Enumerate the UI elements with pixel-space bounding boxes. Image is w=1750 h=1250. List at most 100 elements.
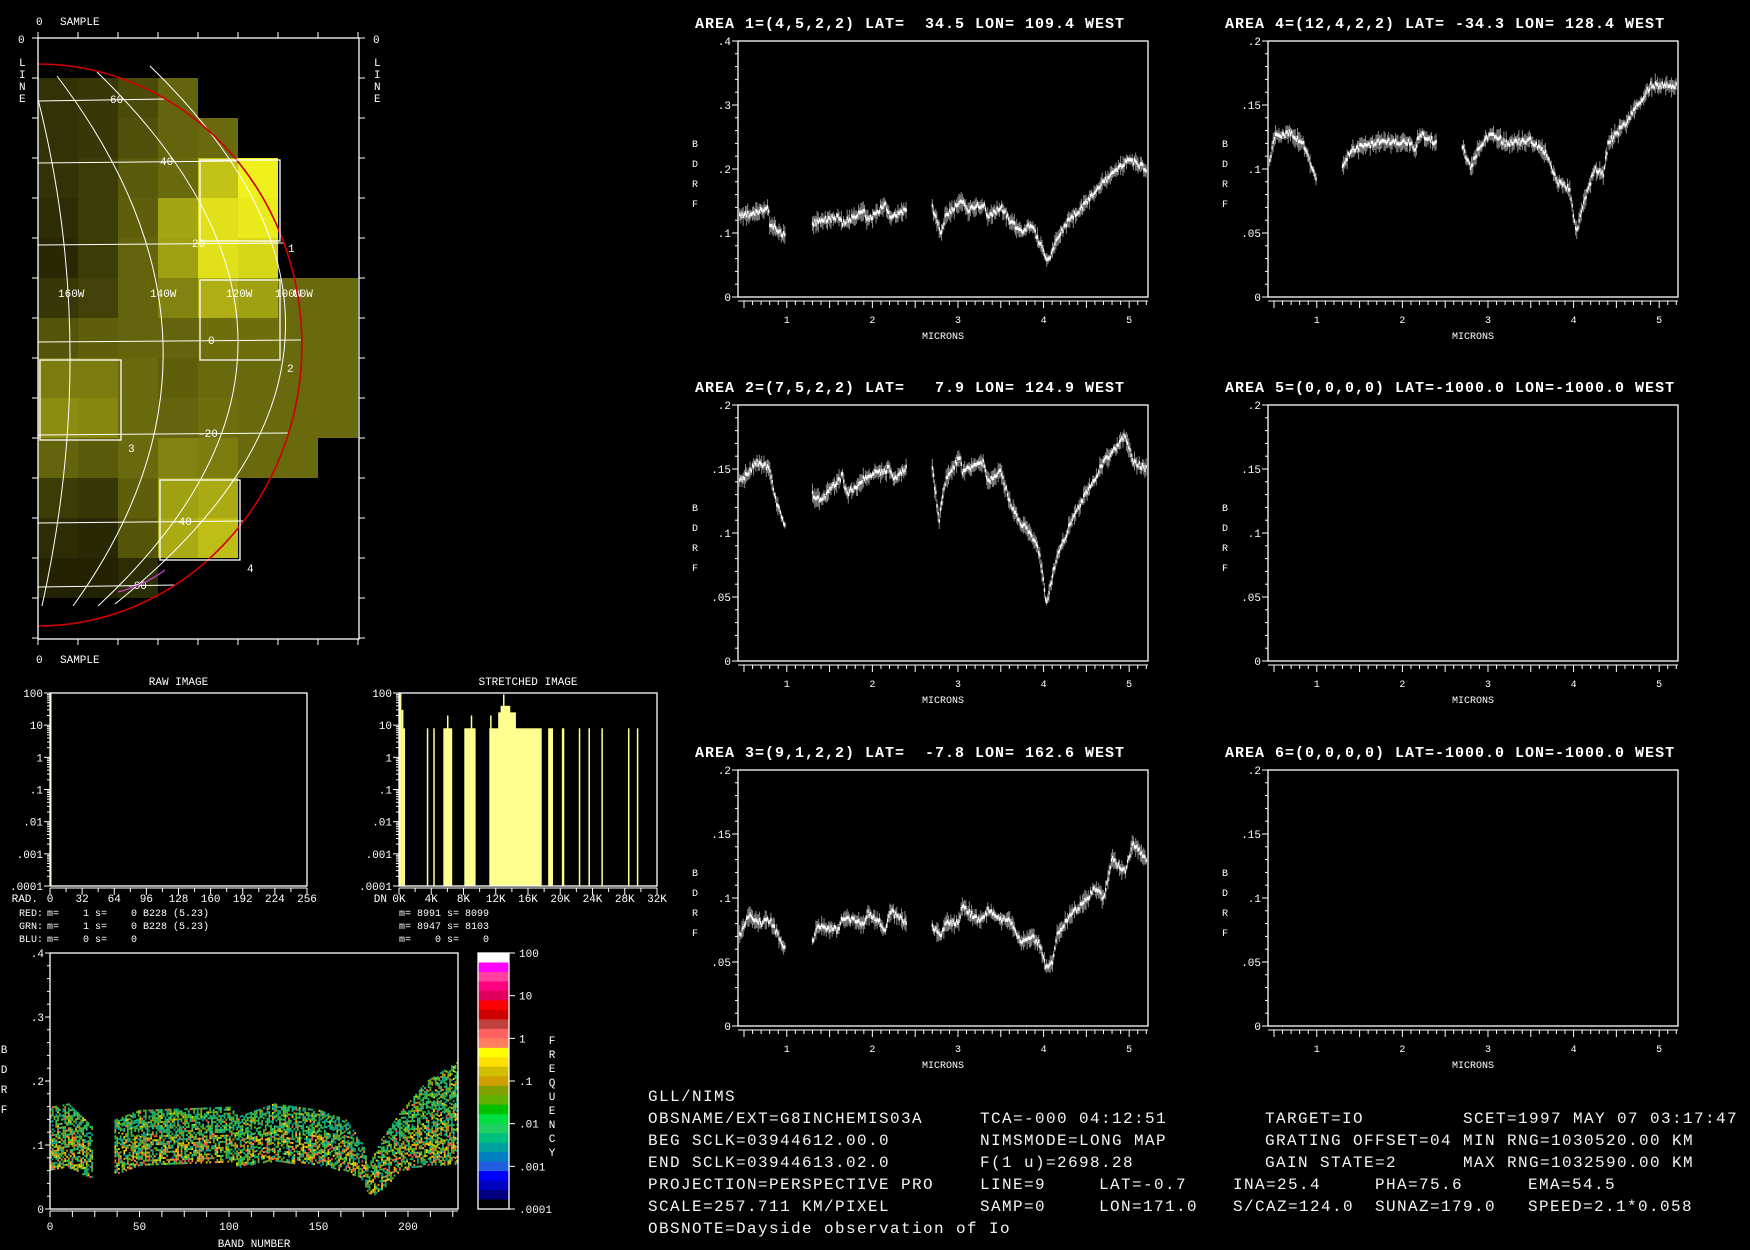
density-cell bbox=[311, 1126, 314, 1129]
density-cell bbox=[91, 1157, 93, 1160]
density-cell bbox=[218, 1106, 221, 1109]
density-cell bbox=[284, 1106, 287, 1109]
x-tick-label: 96 bbox=[140, 894, 153, 906]
density-cell bbox=[123, 1123, 126, 1126]
density-cell bbox=[259, 1142, 262, 1145]
density-cell bbox=[132, 1146, 135, 1149]
density-cell bbox=[239, 1145, 242, 1148]
density-cell bbox=[406, 1126, 409, 1129]
density-cell bbox=[381, 1184, 383, 1187]
density-cell bbox=[288, 1155, 290, 1158]
density-cell bbox=[316, 1147, 319, 1150]
density-cell bbox=[64, 1108, 67, 1111]
density-cell bbox=[390, 1129, 392, 1132]
density-cell bbox=[255, 1113, 258, 1116]
density-cell bbox=[132, 1148, 135, 1151]
density-cell bbox=[399, 1169, 401, 1171]
density-cell bbox=[275, 1109, 278, 1112]
density-cell bbox=[157, 1113, 160, 1116]
density-cell bbox=[69, 1115, 72, 1118]
density-cell bbox=[164, 1124, 167, 1127]
density-cell bbox=[445, 1100, 448, 1103]
density-cell bbox=[69, 1133, 72, 1136]
density-cell bbox=[146, 1137, 149, 1140]
density-cell bbox=[348, 1166, 351, 1169]
density-cell bbox=[126, 1136, 129, 1139]
density-cell bbox=[347, 1145, 349, 1148]
density-cell bbox=[327, 1117, 330, 1119]
density-cell bbox=[336, 1126, 339, 1129]
density-cell bbox=[404, 1148, 407, 1151]
density-cell bbox=[452, 1156, 455, 1159]
density-cell bbox=[384, 1175, 387, 1178]
density-cell bbox=[252, 1113, 255, 1116]
density-cell bbox=[304, 1111, 306, 1114]
density-cell bbox=[116, 1170, 119, 1173]
density-cell bbox=[205, 1149, 208, 1152]
density-cell bbox=[193, 1135, 195, 1138]
density-cell bbox=[372, 1180, 374, 1183]
map-pixel bbox=[38, 358, 78, 398]
density-cell bbox=[408, 1136, 410, 1139]
density-cell bbox=[447, 1143, 450, 1146]
density-cell bbox=[399, 1123, 401, 1125]
density-cell bbox=[173, 1134, 176, 1137]
density-cell bbox=[223, 1136, 226, 1139]
density-cell bbox=[271, 1130, 274, 1133]
density-cell bbox=[168, 1108, 170, 1111]
density-cell bbox=[89, 1140, 92, 1143]
density-cell bbox=[452, 1078, 455, 1081]
density-cell bbox=[143, 1153, 145, 1156]
density-cell bbox=[295, 1136, 298, 1139]
density-cell bbox=[302, 1129, 305, 1132]
density-cell bbox=[91, 1167, 93, 1170]
density-cell bbox=[73, 1166, 76, 1169]
density-cell bbox=[452, 1110, 455, 1113]
density-cell bbox=[440, 1161, 443, 1164]
density-cell bbox=[357, 1157, 360, 1160]
density-cell bbox=[202, 1135, 204, 1138]
density-cell bbox=[323, 1135, 326, 1138]
density-cell bbox=[418, 1141, 421, 1144]
density-cell bbox=[411, 1110, 414, 1113]
density-cell bbox=[202, 1119, 204, 1122]
density-cell bbox=[55, 1153, 58, 1156]
density-cell bbox=[76, 1156, 79, 1159]
spectrum-point bbox=[1006, 213, 1009, 217]
density-cell bbox=[452, 1148, 455, 1151]
density-cell bbox=[373, 1169, 376, 1172]
density-cell bbox=[436, 1142, 439, 1145]
density-cell bbox=[341, 1132, 344, 1135]
density-cell bbox=[433, 1116, 435, 1119]
density-cell bbox=[207, 1111, 210, 1114]
density-cell bbox=[440, 1163, 443, 1166]
density-cell bbox=[318, 1135, 321, 1138]
density-cell bbox=[400, 1154, 403, 1157]
density-cell bbox=[309, 1128, 312, 1131]
density-cell bbox=[76, 1142, 79, 1145]
density-cell bbox=[415, 1141, 417, 1144]
density-cell bbox=[399, 1113, 401, 1115]
density-cell bbox=[454, 1136, 457, 1139]
density-cell bbox=[447, 1141, 450, 1144]
density-cell bbox=[348, 1132, 351, 1135]
density-cell bbox=[372, 1178, 374, 1181]
density-cell bbox=[452, 1128, 455, 1131]
density-cell bbox=[130, 1131, 133, 1134]
density-cell bbox=[178, 1128, 181, 1131]
density-cell bbox=[273, 1103, 276, 1106]
density-cell bbox=[365, 1159, 367, 1162]
density-cell bbox=[241, 1132, 244, 1135]
density-cell bbox=[261, 1115, 264, 1118]
density-cell bbox=[280, 1158, 283, 1161]
density-cell bbox=[429, 1156, 432, 1159]
density-cell bbox=[241, 1162, 244, 1165]
density-cell bbox=[152, 1115, 154, 1118]
colorbar-swatch bbox=[478, 1009, 509, 1020]
density-cell bbox=[323, 1125, 326, 1128]
density-cell bbox=[282, 1122, 285, 1125]
density-cell bbox=[280, 1136, 283, 1139]
density-cell bbox=[293, 1112, 296, 1115]
density-cell bbox=[429, 1144, 432, 1147]
density-cell bbox=[241, 1148, 244, 1151]
